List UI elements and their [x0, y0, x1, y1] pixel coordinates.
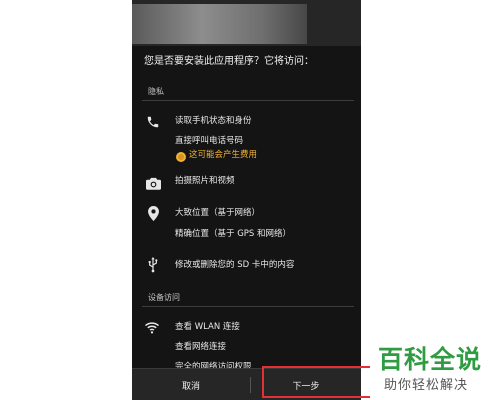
- camera-icon: [145, 175, 161, 191]
- next-button-highlight: [262, 366, 374, 398]
- cancel-button[interactable]: 取消: [132, 369, 250, 400]
- location-pin-icon: [145, 205, 161, 221]
- section-header-privacy: 隐私: [148, 87, 164, 96]
- install-dialog-screen: 您是否要安装此应用程序？它将访问： 隐私 读取手机状态和身份 直接呼叫电话号码 …: [132, 0, 361, 400]
- section-header-device-access: 设备访问: [148, 293, 180, 302]
- watermark-logo: 百科全说 助你轻松解决: [370, 338, 500, 400]
- phone-icon: [145, 114, 161, 130]
- perm-camera: 拍摄照片和视频: [175, 176, 235, 186]
- coin-icon: [175, 148, 187, 162]
- dialog-title: 您是否要安装此应用程序？它将访问：: [144, 56, 314, 67]
- perm-call-phone: 直接呼叫电话号码: [175, 136, 244, 146]
- perm-network: 查看网络连接: [175, 342, 227, 352]
- perm-coarse-location: 大致位置（基于网络）: [175, 208, 261, 218]
- usb-icon: [145, 257, 161, 273]
- perm-fine-location: 精确位置（基于 GPS 和网络）: [175, 229, 292, 239]
- wifi-icon: [144, 319, 160, 335]
- section-divider: [142, 100, 354, 101]
- perm-phone-state: 读取手机状态和身份: [175, 116, 252, 126]
- section-divider: [142, 306, 354, 307]
- watermark-subtitle: 助你轻松解决: [384, 378, 469, 393]
- perm-cost-warning: 这可能会产生费用: [189, 150, 258, 160]
- redacted-app-header: [132, 4, 307, 44]
- status-bar: [132, 0, 361, 46]
- perm-wlan: 查看 WLAN 连接: [175, 322, 240, 332]
- perm-sd-card: 修改或删除您的 SD 卡中的内容: [175, 260, 295, 270]
- watermark-title: 百科全说: [378, 345, 483, 374]
